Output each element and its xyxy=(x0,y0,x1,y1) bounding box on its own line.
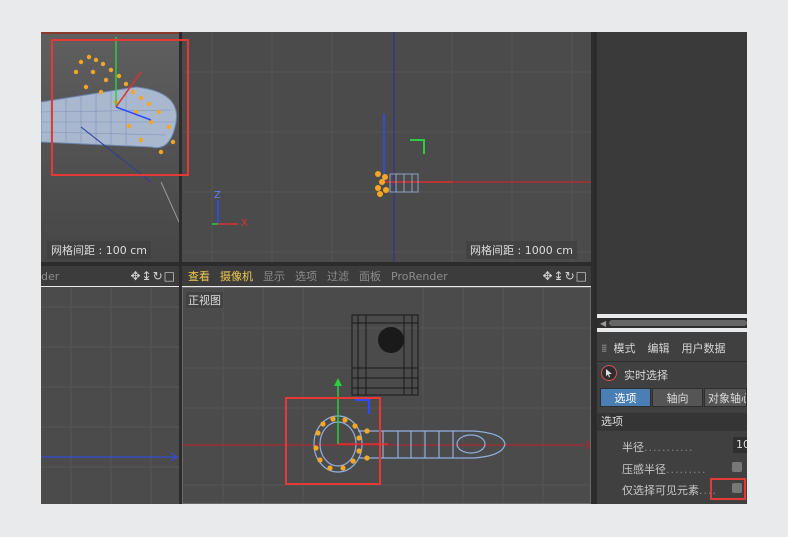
grip-icon[interactable]: ⁞⁞⁞ xyxy=(601,342,607,355)
visible-only-label: 仅选择可见元素 xyxy=(622,484,699,497)
top-viewport[interactable]: Z X 网格间距 : 1000 cm xyxy=(182,32,591,262)
toolbar-menu-prorender[interactable]: der xyxy=(41,270,59,283)
rotate-view-icon[interactable]: ↻ xyxy=(153,269,163,283)
dolly-view-icon[interactable]: ↨ xyxy=(554,269,564,283)
pressure-radius-row: 压感半径......... xyxy=(622,461,706,477)
tool-title: 实时选择 xyxy=(624,369,668,382)
grid-spacing-label: 网格间距 : 100 cm xyxy=(47,241,151,259)
section-header: 选项 xyxy=(597,413,747,431)
move-view-icon[interactable]: ✥ xyxy=(130,269,140,283)
tab-axis[interactable]: 轴向 xyxy=(652,388,703,407)
front-viewport[interactable]: 正视图 xyxy=(182,287,591,504)
radius-label: 半径 xyxy=(622,441,644,454)
front-scene xyxy=(183,288,590,503)
viewport-toolbar: 查看 摄像机 显示 选项 过滤 面板 ProRender ✥ ↨ ↻ □ xyxy=(182,266,591,286)
bottom-left-viewport[interactable] xyxy=(41,287,179,504)
pressure-radius-checkbox[interactable] xyxy=(732,462,742,472)
axis-label-z: Z xyxy=(214,190,221,201)
menu-camera[interactable]: 摄像机 xyxy=(220,268,253,284)
tab-object-axis[interactable]: 对象轴心 xyxy=(704,388,747,407)
maximize-view-icon[interactable]: □ xyxy=(576,269,587,283)
viewport-nav-icons: ✥ ↨ ↻ □ xyxy=(542,266,587,286)
menu-filter[interactable]: 过滤 xyxy=(327,268,349,284)
viewport-nav-icons: ✥ ↨ ↻ □ xyxy=(130,266,175,286)
tab-user-data[interactable]: 用户数据 xyxy=(682,340,726,356)
highlight-box-checkbox xyxy=(710,478,746,500)
radius-row: 半径........... xyxy=(622,439,693,455)
rotate-view-icon[interactable]: ↻ xyxy=(565,269,575,283)
menu-display[interactable]: 显示 xyxy=(263,268,285,284)
dot-leader: ......... xyxy=(666,463,707,476)
live-selection-tool-icon xyxy=(601,365,617,381)
dolly-view-icon[interactable]: ↨ xyxy=(142,269,152,283)
tab-mode[interactable]: 模式 xyxy=(614,340,636,356)
dot-leader: ........... xyxy=(644,441,694,454)
visible-only-row: 仅选择可见元素.... xyxy=(622,482,717,498)
scroll-left-arrow[interactable]: ◀ xyxy=(600,319,606,328)
highlight-box-perspective xyxy=(51,39,189,176)
move-view-icon[interactable]: ✥ xyxy=(542,269,552,283)
scrollbar-thumb[interactable] xyxy=(609,320,747,326)
horizontal-scrollbar[interactable]: ◀ xyxy=(597,318,747,328)
tab-options[interactable]: 选项 xyxy=(600,388,651,407)
maximize-view-icon[interactable]: □ xyxy=(164,269,175,283)
viewport-toolbar: der ✥ ↨ ↻ □ xyxy=(41,266,179,286)
menu-prorender[interactable]: ProRender xyxy=(391,270,448,283)
highlight-box-front xyxy=(285,397,381,485)
bottom-left-scene xyxy=(41,287,179,504)
viewport-name-label: 正视图 xyxy=(186,292,223,308)
menu-panel[interactable]: 面板 xyxy=(359,268,381,284)
attribute-tabs: ⁞⁞⁞ 模式 编辑 用户数据 xyxy=(597,337,738,359)
panel-divider xyxy=(597,361,747,362)
radius-input[interactable]: 10 xyxy=(733,437,747,453)
menu-view[interactable]: 查看 xyxy=(188,268,210,284)
axis-label-x: X xyxy=(241,218,248,229)
tab-edit[interactable]: 编辑 xyxy=(648,340,670,356)
grid-spacing-label: 网格间距 : 1000 cm xyxy=(466,241,577,259)
pressure-radius-label: 压感半径 xyxy=(622,463,666,476)
object-manager-panel xyxy=(597,32,747,314)
menu-options[interactable]: 选项 xyxy=(295,268,317,284)
